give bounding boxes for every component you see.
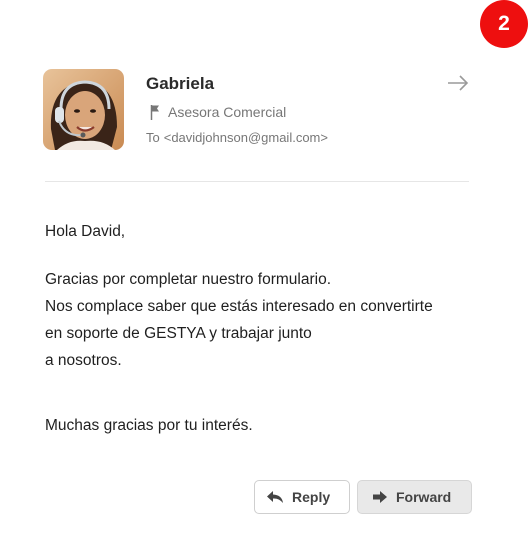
role-label: Asesora Comercial	[168, 104, 287, 120]
email-body-line: en soporte de GESTYA y trabajar junto	[45, 325, 312, 342]
email-body-line: a nosotros.	[45, 352, 122, 369]
avatar	[43, 69, 124, 150]
reply-arrow-icon	[267, 491, 283, 503]
flag-icon	[150, 105, 159, 120]
email-closing: Muchas gracias por tu interés.	[45, 417, 253, 434]
reply-label: Reply	[292, 489, 331, 505]
email-greeting: Hola David,	[45, 223, 126, 240]
forward-label: Forward	[396, 489, 452, 505]
avatar-photo	[43, 69, 124, 150]
email-view: 2 Gabriela Asesora Comercial To <davidjo…	[0, 0, 529, 557]
email-body-line: Gracias por completar nuestro formulario…	[45, 271, 332, 288]
to-label: To	[146, 130, 160, 145]
recipient-line: To <davidjohnson@gmail.com>	[146, 130, 328, 145]
step-number: 2	[498, 12, 510, 35]
sender-name: Gabriela	[146, 74, 215, 93]
forward-button[interactable]: Forward	[357, 480, 472, 514]
arrow-right-icon[interactable]	[446, 73, 470, 93]
step-badge: 2	[480, 0, 528, 48]
reply-button[interactable]: Reply	[254, 480, 350, 514]
email-body-line: Nos complace saber que estás interesado …	[45, 298, 433, 315]
sender-role: Asesora Comercial	[150, 104, 286, 120]
forward-arrow-icon	[373, 491, 387, 503]
header-divider	[45, 181, 469, 182]
recipient-address: <davidjohnson@gmail.com>	[163, 130, 328, 145]
